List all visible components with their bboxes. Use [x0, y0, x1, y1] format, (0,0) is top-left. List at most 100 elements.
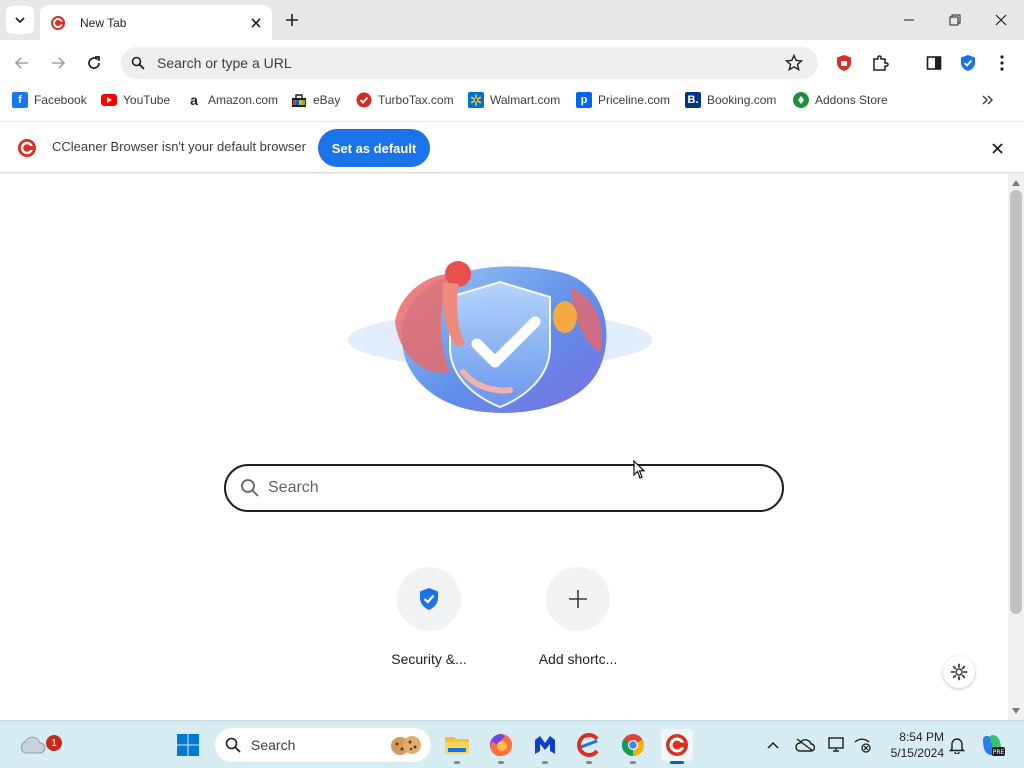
search-icon	[225, 737, 241, 753]
more-bookmarks-button[interactable]	[978, 90, 998, 110]
taskbar-app-file-explorer[interactable]	[441, 729, 473, 764]
scroll-up-button[interactable]	[1008, 176, 1024, 190]
bookmark-walmart[interactable]: Walmart.com	[468, 92, 560, 108]
cloud-offline-icon	[795, 738, 815, 752]
page-scrollbar[interactable]	[1008, 174, 1024, 720]
start-button[interactable]	[172, 729, 204, 761]
scroll-down-button[interactable]	[1008, 704, 1024, 718]
customize-page-button[interactable]	[943, 656, 975, 688]
search-input[interactable]: Search	[224, 464, 784, 512]
show-hidden-icons-button[interactable]	[763, 735, 783, 755]
bookmark-booking[interactable]: B. Booking.com	[685, 92, 776, 108]
youtube-icon	[101, 92, 117, 108]
bookmark-star-button[interactable]	[782, 51, 806, 75]
close-icon	[991, 142, 1003, 154]
shortcut-security[interactable]: Security &...	[374, 567, 484, 667]
tab-title: New Tab	[80, 15, 127, 30]
taskbar-app-ccleaner-browser[interactable]	[661, 729, 693, 764]
tab-close-button[interactable]	[246, 13, 266, 33]
tab-search-button[interactable]	[6, 6, 34, 34]
default-browser-infobar: CCleaner Browser isn't your default brow…	[0, 121, 1024, 173]
priceline-icon: p	[576, 92, 592, 108]
more-vertical-icon	[1000, 55, 1004, 71]
ccleaner-adblock-extension-button[interactable]	[830, 49, 858, 77]
notifications-button[interactable]	[947, 735, 967, 755]
bookmark-turbotax[interactable]: TurboTax.com	[356, 92, 454, 108]
bookmark-youtube[interactable]: YouTube	[101, 92, 170, 108]
search-icon	[131, 56, 145, 70]
arrow-right-icon	[52, 57, 66, 69]
security-extension-button[interactable]	[954, 49, 982, 77]
ccleaner-browser-icon	[50, 15, 66, 31]
network-tray-icon[interactable]	[853, 735, 873, 755]
shortcut-add[interactable]: Add shortc...	[523, 567, 633, 667]
infobar-message: CCleaner Browser isn't your default brow…	[52, 139, 306, 154]
plus-icon	[569, 590, 587, 608]
amazon-icon: a	[190, 92, 198, 108]
minimize-icon	[904, 19, 914, 21]
mouse-cursor-icon	[633, 460, 646, 479]
restore-button[interactable]	[932, 4, 978, 36]
ccleaner-browser-icon	[666, 734, 688, 756]
back-button[interactable]	[8, 49, 36, 77]
bookmark-label: Amazon.com	[208, 93, 279, 107]
bookmark-amazon[interactable]: a Amazon.com	[186, 92, 278, 108]
weather-widget[interactable]: 1	[16, 729, 62, 761]
tab-new-tab[interactable]: New Tab	[40, 5, 272, 40]
plus-icon	[286, 14, 298, 26]
reload-button[interactable]	[80, 49, 108, 77]
triangle-down-icon	[1012, 708, 1020, 714]
ccleaner-browser-icon	[18, 139, 36, 157]
addons-store-icon	[793, 92, 809, 108]
minimize-button[interactable]	[886, 4, 932, 36]
running-indicator	[542, 761, 548, 764]
scroll-thumb[interactable]	[1010, 190, 1022, 614]
running-indicator	[498, 761, 504, 764]
extensions-button[interactable]	[866, 49, 894, 77]
close-icon	[251, 17, 261, 28]
display-tray-icon[interactable]	[827, 735, 847, 755]
shield-check-icon	[961, 55, 975, 71]
shortcut-icon-container	[546, 567, 610, 631]
shortcut-label: Add shortc...	[538, 651, 618, 667]
set-as-default-button[interactable]: Set as default	[318, 129, 430, 167]
copilot-button[interactable]: PRE	[976, 729, 1008, 761]
side-panel-icon	[926, 56, 942, 70]
facebook-icon: f	[12, 92, 28, 108]
address-bar[interactable]: Search or type a URL	[121, 47, 818, 79]
ebay-icon	[291, 92, 307, 108]
menu-button[interactable]	[988, 49, 1016, 77]
bookmark-label: Walmart.com	[490, 93, 561, 107]
forward-button[interactable]	[44, 49, 72, 77]
bookmark-ebay[interactable]: eBay	[291, 92, 340, 108]
new-tab-button[interactable]	[280, 8, 304, 32]
cookies-highlight-icon	[391, 736, 421, 755]
system-clock[interactable]: 8:54 PM 5/15/2024	[880, 729, 944, 761]
taskbar-search-placeholder: Search	[251, 737, 296, 753]
bookmark-facebook[interactable]: f Facebook	[12, 92, 87, 108]
bookmark-addons-store[interactable]: Addons Store	[793, 92, 888, 108]
windows-logo-icon	[177, 734, 199, 756]
bookmark-priceline[interactable]: p Priceline.com	[576, 92, 670, 108]
close-window-button[interactable]	[978, 4, 1024, 36]
taskbar-app-malwarebytes[interactable]	[529, 729, 561, 764]
infobar-close-button[interactable]	[988, 139, 1006, 157]
side-panel-button[interactable]	[920, 49, 948, 77]
ccleaner-icon	[577, 733, 599, 757]
booking-icon: B.	[685, 92, 701, 108]
taskbar-app-chrome[interactable]	[617, 729, 649, 764]
taskbar-search-box[interactable]: Search	[215, 728, 431, 762]
taskbar-app-firefox[interactable]	[485, 729, 517, 764]
running-indicator	[670, 761, 684, 764]
shortcut-icon-container	[397, 567, 461, 631]
svg-text:PRE: PRE	[993, 749, 1005, 756]
bookmark-label: Booking.com	[707, 93, 777, 107]
running-indicator	[630, 761, 636, 764]
taskbar-app-ccleaner[interactable]	[573, 729, 605, 764]
onedrive-tray-icon[interactable]	[795, 735, 815, 755]
windows-taskbar: 1 Search 8:54 PM 5/15/2024 PRE	[0, 720, 1024, 768]
shield-red-icon	[837, 55, 851, 71]
chevron-up-icon	[767, 741, 779, 749]
bookmark-label: YouTube	[123, 93, 171, 107]
monitor-icon	[828, 737, 844, 752]
